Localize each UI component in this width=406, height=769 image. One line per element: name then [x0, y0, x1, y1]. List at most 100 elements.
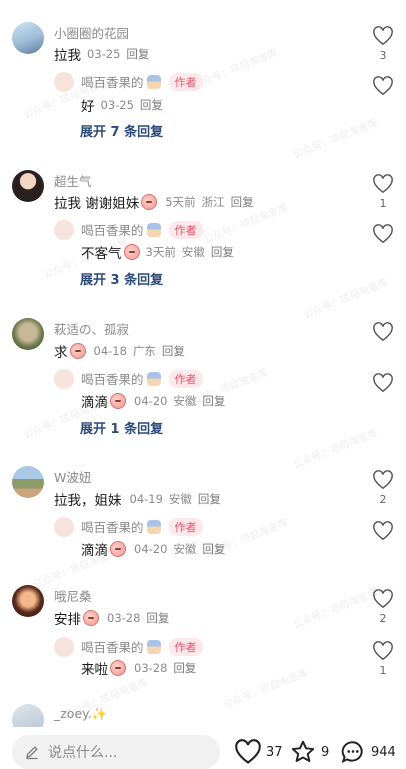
comment-time: 5天前 — [165, 195, 196, 209]
reply-text: 滴滴 — [81, 395, 108, 411]
heart-icon[interactable] — [372, 76, 394, 96]
hat-emoji-icon — [146, 371, 161, 386]
comment-body[interactable]: 安排 03-28 回复 — [54, 608, 169, 628]
heart-icon[interactable] — [372, 322, 394, 342]
reply-username[interactable]: 喝百香果的 — [81, 637, 144, 656]
comment-time: 03-25 — [87, 47, 121, 61]
comment-username[interactable]: 萩适の、孤寂 — [54, 319, 129, 338]
avatar[interactable] — [12, 170, 44, 202]
reply-button[interactable]: 回复 — [198, 491, 221, 507]
reply-text: 好 — [81, 99, 95, 115]
reply-text: 不客气 — [81, 246, 122, 262]
hat-emoji-icon — [146, 519, 161, 534]
like-button[interactable]: 37 — [234, 739, 283, 765]
reply-button[interactable]: 回复 — [211, 244, 234, 260]
reply-header: 喝百香果的 作者 — [81, 637, 203, 656]
sticker-emoji-icon — [110, 393, 126, 409]
expand-replies-link[interactable]: 展开 7 条回复 — [80, 121, 163, 140]
heart-icon[interactable] — [372, 521, 394, 541]
heart-icon[interactable] — [372, 174, 394, 194]
reply-username[interactable]: 喝百香果的 — [81, 369, 144, 388]
avatar[interactable] — [12, 466, 44, 498]
like-count: 1 — [379, 197, 387, 210]
reply-avatar[interactable] — [54, 369, 74, 389]
comment-username[interactable]: 超生气 — [54, 171, 92, 190]
favorite-button[interactable]: 9 — [289, 739, 329, 765]
reply-avatar[interactable] — [54, 517, 74, 537]
watermark: 公众号：项目淘金库 — [191, 47, 280, 92]
comment-location: 安徽 — [168, 492, 192, 506]
reply-button[interactable]: 回复 — [146, 610, 169, 626]
reply-avatar[interactable] — [54, 72, 74, 92]
reply-button[interactable]: 回复 — [162, 343, 185, 359]
reply-avatar[interactable] — [54, 220, 74, 240]
author-badge: 作者 — [168, 369, 203, 388]
comment-time: 04-18 — [93, 344, 127, 358]
heart-icon[interactable] — [372, 26, 394, 46]
expand-replies-link[interactable]: 展开 1 条回复 — [80, 418, 163, 437]
comment-username[interactable]: W波妞 — [54, 467, 91, 486]
reply-button[interactable]: 回复 — [202, 393, 225, 409]
hat-emoji-icon — [146, 222, 161, 237]
comment-body[interactable]: 拉我，姐妹 04-19 安徽 回复 — [54, 489, 221, 509]
comment-username[interactable]: 哦尼桑 — [54, 586, 92, 605]
comment-username[interactable]: 小圈圈的花园 — [54, 23, 129, 42]
reply-body[interactable]: 滴滴 04-20 安徽 回复 — [81, 539, 225, 559]
avatar[interactable] — [12, 22, 44, 54]
reply-body[interactable]: 来啦 03-28 回复 — [81, 658, 196, 678]
reply-username[interactable]: 喝百香果的 — [81, 220, 144, 239]
reply-button[interactable]: 回复 — [140, 97, 163, 113]
comment-body[interactable]: 拉我 03-25 回复 — [54, 44, 149, 64]
heart-icon[interactable] — [372, 470, 394, 490]
reply-body[interactable]: 好 03-25 回复 — [81, 95, 163, 115]
reply-button[interactable]: 回复 — [126, 46, 149, 62]
reply-text: 滴滴 — [81, 543, 108, 559]
comment-time: 03-28 — [107, 611, 141, 625]
reply-time: 04-20 — [134, 394, 168, 408]
comment-username[interactable]: _zoey.✨ — [54, 706, 107, 722]
watermark: 公众号：项目淘金库 — [291, 587, 380, 632]
heart-icon[interactable] — [372, 373, 394, 393]
sticker-emoji-icon — [83, 610, 99, 626]
author-badge: 作者 — [168, 517, 203, 536]
sticker-emoji-icon — [69, 343, 86, 359]
comment-text: 求 — [54, 345, 68, 361]
comment-text: 拉我 — [54, 48, 81, 64]
like-count: 2 — [379, 493, 387, 506]
watermark: 公众号：项目淘金库 — [301, 277, 390, 322]
reply-username[interactable]: 喝百香果的 — [81, 517, 144, 536]
reply-time: 03-25 — [100, 98, 134, 112]
heart-icon — [235, 739, 261, 764]
reply-body[interactable]: 不客气 3天前 安徽 回复 — [81, 242, 234, 262]
heart-icon[interactable] — [372, 641, 394, 661]
comment-body[interactable]: 求 04-18 广东 回复 — [54, 341, 185, 361]
comment-button[interactable]: 944 — [339, 739, 396, 765]
favorite-count: 9 — [321, 744, 330, 760]
star-icon — [291, 740, 315, 762]
reply-avatar[interactable] — [54, 637, 74, 657]
reply-button[interactable]: 回复 — [231, 194, 254, 210]
reply-username[interactable]: 喝百香果的 — [81, 72, 144, 91]
reply-button[interactable]: 回复 — [173, 660, 196, 676]
reply-body[interactable]: 滴滴 04-20 安徽 回复 — [81, 391, 225, 411]
avatar[interactable] — [12, 318, 44, 350]
comment-input[interactable]: 说点什么... — [12, 735, 220, 769]
reply-time: 3天前 — [145, 245, 176, 259]
heart-icon[interactable] — [372, 224, 394, 244]
avatar[interactable] — [12, 585, 44, 617]
comment-count: 944 — [371, 744, 396, 760]
reply-button[interactable]: 回复 — [202, 541, 225, 557]
watermark: 公众号：项目淘金库 — [291, 427, 380, 472]
heart-icon[interactable] — [372, 589, 394, 609]
sticker-emoji-icon — [110, 541, 126, 557]
reply-location: 安徽 — [173, 542, 197, 556]
comment-bubble-icon — [341, 741, 363, 764]
expand-replies-link[interactable]: 展开 3 条回复 — [80, 269, 163, 288]
like-count: 2 — [379, 612, 387, 625]
reply-location: 安徽 — [181, 245, 205, 259]
comment-body[interactable]: 拉我 谢谢姐妹 5天前 浙江 回复 — [54, 192, 254, 212]
comment-page: 公众号：项目淘金库 公众号：项目淘金库 公众号：项目淘金库 公众号：项目淘金库 … — [0, 0, 406, 769]
author-badge: 作者 — [168, 637, 203, 656]
reply-time: 03-28 — [134, 661, 168, 675]
author-badge: 作者 — [168, 72, 203, 91]
